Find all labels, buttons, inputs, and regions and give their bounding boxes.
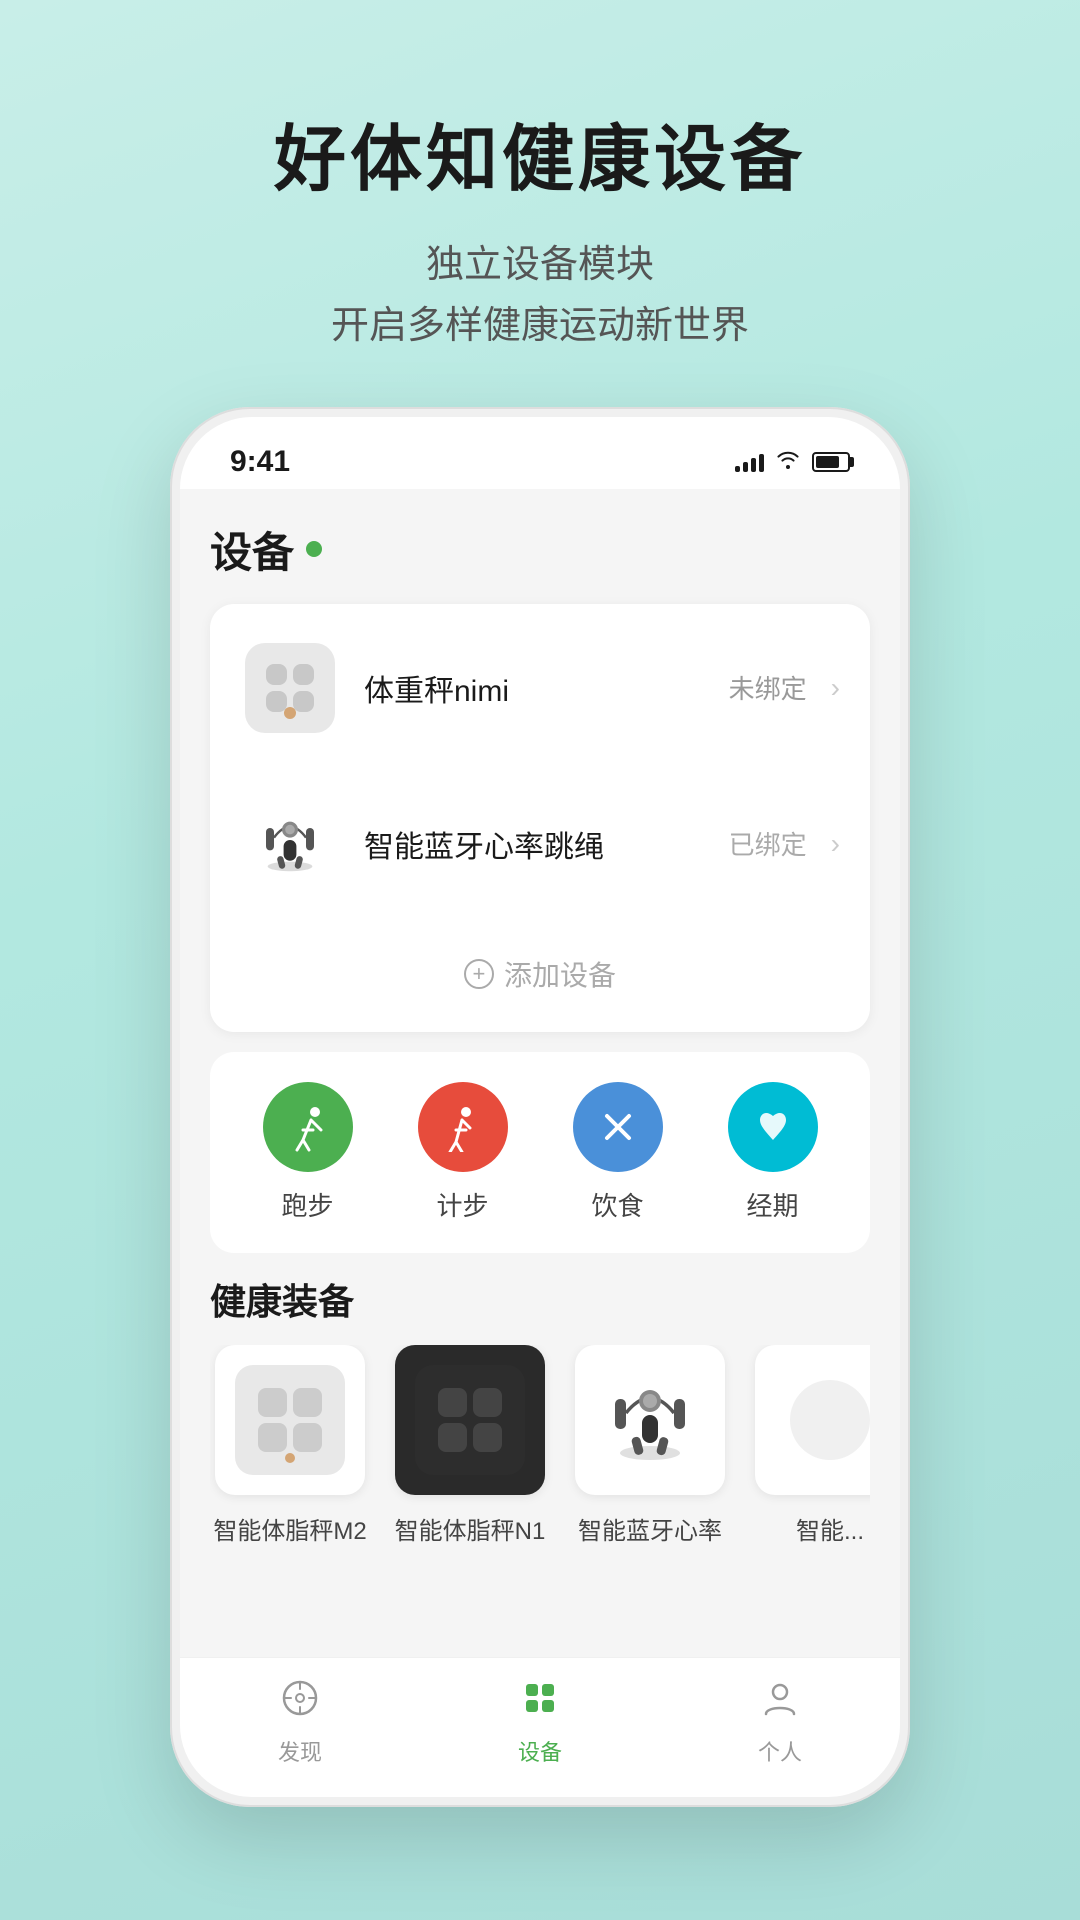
add-device-button[interactable]: + 添加设备 <box>220 926 860 1022</box>
device-info-scale: 体重秤nimi <box>364 666 705 710</box>
header-area: 好体知健康设备 独立设备模块 开启多样健康运动新世界 <box>0 0 1080 407</box>
device-img-rope <box>240 794 340 894</box>
health-section-title: 健康装备 <box>210 1273 870 1325</box>
step-icon <box>438 1102 488 1152</box>
action-run-label: 跑步 <box>281 1186 333 1223</box>
notification-dot <box>306 541 322 557</box>
equipment-name-other: 智能... <box>796 1511 864 1546</box>
bottom-nav: 发现 设备 <box>180 1657 900 1797</box>
equipment-name-m2: 智能体脂秤M2 <box>213 1511 366 1546</box>
equipment-grid: 智能体脂秤M2 智能体脂秤N1 <box>210 1345 870 1546</box>
device-item-rope[interactable]: 智能蓝牙心率跳绳 已绑定 › <box>220 770 860 918</box>
quick-actions-card: 跑步 计步 <box>210 1052 870 1253</box>
device-name-rope: 智能蓝牙心率跳绳 <box>364 822 705 866</box>
device-name-scale: 体重秤nimi <box>364 666 705 710</box>
equipment-img-other <box>755 1345 870 1495</box>
person-icon <box>760 1678 800 1727</box>
status-bar: 9:41 <box>180 417 900 489</box>
equipment-scale-n1[interactable]: 智能体脂秤N1 <box>390 1345 550 1546</box>
scale-white-icon <box>245 643 335 733</box>
equipment-img-scale-n1 <box>395 1345 545 1495</box>
action-period-label: 经期 <box>746 1186 798 1223</box>
equipment-scale-m2[interactable]: 智能体脂秤M2 <box>210 1345 370 1546</box>
device-img-scale <box>240 638 340 738</box>
phone-mockup: 9:41 <box>170 407 910 1807</box>
battery-icon <box>812 452 850 472</box>
nav-item-discover[interactable]: 发现 <box>278 1678 322 1767</box>
rope-icon <box>250 804 330 884</box>
action-diet[interactable]: 饮食 <box>573 1082 663 1223</box>
nav-item-personal[interactable]: 个人 <box>758 1678 802 1767</box>
app-content: 设备 <box>180 489 900 1657</box>
signal-icon <box>735 452 764 472</box>
device-status-rope: 已绑定 <box>729 825 807 862</box>
action-run[interactable]: 跑步 <box>263 1082 353 1223</box>
nav-label-device: 设备 <box>518 1735 562 1767</box>
action-step-label: 计步 <box>436 1186 488 1223</box>
chevron-scale: › <box>831 672 840 704</box>
equipment-name-rope: 智能蓝牙心率 <box>578 1511 722 1546</box>
action-diet-label: 饮食 <box>591 1186 643 1223</box>
action-diet-circle <box>573 1082 663 1172</box>
device-status-scale: 未绑定 <box>729 669 807 706</box>
equipment-other-icon <box>775 1365 870 1475</box>
device-icon <box>520 1678 560 1727</box>
sub-title-line2: 开启多样健康运动新世界 <box>331 305 749 347</box>
nav-label-discover: 发现 <box>278 1735 322 1767</box>
nav-label-personal: 个人 <box>758 1735 802 1767</box>
period-icon <box>748 1102 798 1152</box>
action-step[interactable]: 计步 <box>418 1082 508 1223</box>
main-title: 好体知健康设备 <box>60 100 1020 205</box>
action-run-circle <box>263 1082 353 1172</box>
equipment-other[interactable]: 智能... <box>750 1345 870 1546</box>
device-info-rope: 智能蓝牙心率跳绳 <box>364 822 705 866</box>
add-device-label: 添加设备 <box>504 954 616 994</box>
scale-white-sm-icon <box>235 1365 345 1475</box>
add-circle-icon: + <box>464 959 494 989</box>
action-period-circle <box>728 1082 818 1172</box>
scale-dark-icon <box>415 1365 525 1475</box>
sub-title-line1: 独立设备模块 <box>426 244 654 286</box>
equipment-rope[interactable]: 智能蓝牙心率 <box>570 1345 730 1546</box>
equipment-name-n1: 智能体脂秤N1 <box>395 1511 546 1546</box>
run-icon <box>283 1102 333 1152</box>
discover-icon <box>280 1678 320 1727</box>
status-icons <box>735 449 850 475</box>
phone-screen: 9:41 <box>180 417 900 1797</box>
devices-section-title: 设备 <box>210 519 870 580</box>
status-time: 9:41 <box>230 445 290 479</box>
equipment-img-scale-m2 <box>215 1345 365 1495</box>
action-period[interactable]: 经期 <box>728 1082 818 1223</box>
nav-item-device[interactable]: 设备 <box>518 1678 562 1767</box>
diet-icon <box>593 1102 643 1152</box>
wifi-icon <box>776 449 800 475</box>
chevron-rope: › <box>831 828 840 860</box>
equipment-rope-icon <box>595 1365 705 1475</box>
device-list-card: 体重秤nimi 未绑定 › <box>210 604 870 1032</box>
equipment-img-rope <box>575 1345 725 1495</box>
device-item-scale[interactable]: 体重秤nimi 未绑定 › <box>220 614 860 762</box>
sub-title: 独立设备模块 开启多样健康运动新世界 <box>60 235 1020 357</box>
action-step-circle <box>418 1082 508 1172</box>
